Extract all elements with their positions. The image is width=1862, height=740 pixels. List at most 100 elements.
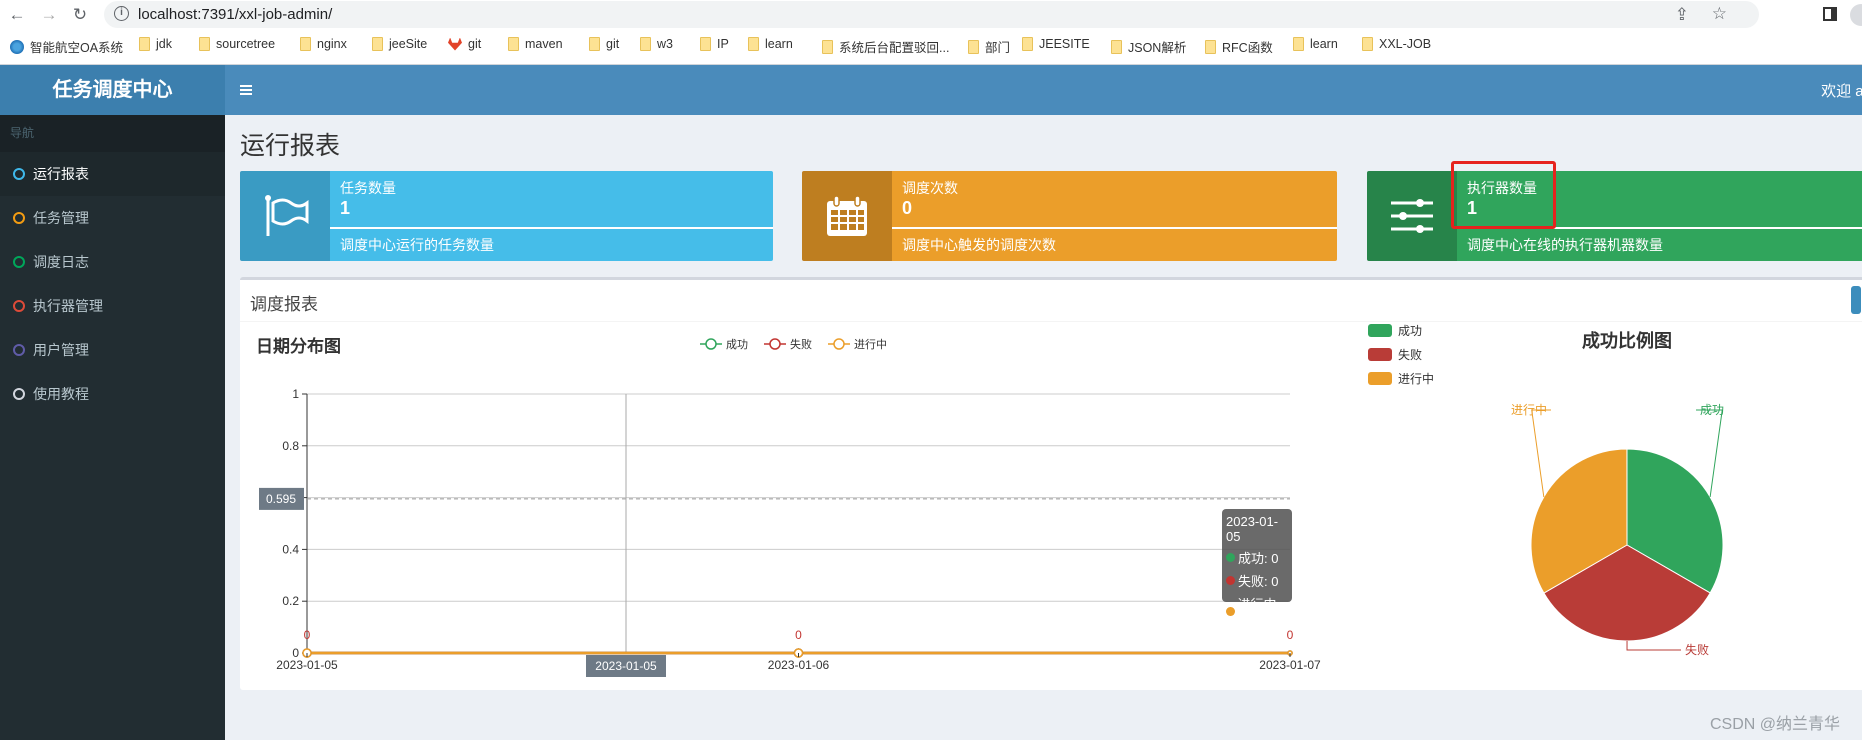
x-tick-label: 2023-01-06 xyxy=(768,658,830,672)
pie-label-line xyxy=(1696,409,1723,498)
bookmark-item[interactable]: jeeSite xyxy=(372,37,427,51)
card-schedule-count: 调度次数 0 调度中心触发的调度次数 xyxy=(802,171,1337,261)
pie-label: 失败 xyxy=(1685,642,1709,657)
bookmark-label: maven xyxy=(525,37,563,51)
bookmark-item[interactable]: IP xyxy=(700,37,729,51)
tooltip-value: 进行中: 0 xyxy=(1237,597,1281,628)
pie-label: 成功 xyxy=(1700,403,1724,417)
welcome-user[interactable]: 欢迎 ad xyxy=(1821,80,1862,101)
folder-icon xyxy=(1022,37,1033,51)
bookmark-item[interactable]: sourcetree xyxy=(199,37,275,51)
chart-tooltip: 2023-01-05 成功: 0 失败: 0 进行中: 0 xyxy=(1222,509,1292,628)
forward-icon[interactable]: → xyxy=(38,4,60,26)
bookmark-item[interactable]: 系统后台配置驳回... xyxy=(822,37,949,56)
bookmark-item[interactable]: JSON解析 xyxy=(1111,37,1186,56)
legend-label: 成功 xyxy=(1398,324,1422,338)
pie-slice xyxy=(1530,448,1628,594)
card-label: 调度次数 xyxy=(902,180,958,196)
sidebar-item-label: 运行报表 xyxy=(33,166,89,182)
bookmark-item[interactable]: learn xyxy=(1293,37,1338,51)
card-description: 调度中心在线的执行器机器数量 xyxy=(1467,237,1663,253)
bookmark-item[interactable]: 智能航空OA系统 xyxy=(10,37,123,56)
menu-toggle-icon[interactable] xyxy=(240,85,252,95)
bookmark-item[interactable]: jdk xyxy=(139,37,172,51)
folder-icon xyxy=(589,37,600,51)
bookmark-label: git xyxy=(606,37,620,51)
legend-label: 失败 xyxy=(790,337,812,351)
circle-icon xyxy=(13,300,25,312)
card-task-count: 任务数量 1 调度中心运行的任务数量 xyxy=(240,171,773,261)
legend-marker xyxy=(833,338,845,350)
legend-label: 进行中 xyxy=(854,338,887,351)
data-label: 0 xyxy=(1287,628,1294,642)
card-value: 0 xyxy=(902,198,913,218)
folder-icon xyxy=(1293,37,1304,51)
card-icon-box xyxy=(802,171,892,261)
pie-label-line xyxy=(1531,409,1551,498)
sidebar-item[interactable]: 使用教程 xyxy=(0,372,225,416)
circle-icon xyxy=(13,212,25,224)
reload-icon[interactable]: ↻ xyxy=(69,4,91,26)
card-progress-bar xyxy=(892,227,1337,229)
y-tick-label: 0.4 xyxy=(282,542,299,556)
legend-label: 进行中 xyxy=(1398,371,1434,386)
sidepanel-icon[interactable] xyxy=(1823,7,1837,21)
legend-item: 进行中 xyxy=(828,338,887,351)
bookmark-label: 系统后台配置驳回... xyxy=(839,41,950,55)
y-tick-label: 0.8 xyxy=(282,439,299,453)
legend-label: 失败 xyxy=(1398,347,1422,362)
sidebar-item-label: 使用教程 xyxy=(33,386,89,402)
bookmark-label: w3 xyxy=(657,37,673,51)
bookmark-item[interactable]: git xyxy=(589,37,619,51)
sidebar-item[interactable]: 用户管理 xyxy=(0,328,225,372)
data-label: 0 xyxy=(304,628,311,642)
y-tick-label: 1 xyxy=(292,387,299,401)
folder-icon xyxy=(139,37,150,51)
sidebar: 导航 运行报表 任务管理 调度日志 执行器管理 用户管理 使用教程 xyxy=(0,115,225,740)
bookmark-item[interactable]: maven xyxy=(508,37,563,51)
date-range-button[interactable] xyxy=(1851,286,1861,314)
y-tick-label: 0.2 xyxy=(282,594,299,608)
line-chart[interactable]: 日期分布图 成功 失败 进行中 0 0.2 0.4 0.8 1 0.595 2023-01-05 0 0… xyxy=(240,280,1360,693)
bookmark-item[interactable]: nginx xyxy=(300,37,347,51)
address-bar[interactable]: i localhost:7391/xxl-job-admin/ ⇪ ☆ xyxy=(104,1,1759,28)
pie-slice xyxy=(1626,448,1724,594)
sidebar-item[interactable]: 运行报表 xyxy=(0,152,225,196)
watermark: CSDN @纳兰青华 xyxy=(1710,716,1841,733)
x-tick-label: 2023-01-07 xyxy=(1259,658,1321,672)
bookmark-item[interactable]: w3 xyxy=(640,37,673,51)
card-progress-bar xyxy=(330,227,773,229)
bookmark-label: jeeSite xyxy=(389,37,428,51)
bookmark-label: JSON解析 xyxy=(1128,41,1187,55)
bookmark-item[interactable]: git xyxy=(448,37,481,51)
bookmark-label: RFC函数 xyxy=(1222,41,1273,55)
folder-icon xyxy=(748,37,759,51)
page-title: 运行报表 xyxy=(240,132,341,160)
sidebar-item[interactable]: 任务管理 xyxy=(0,196,225,240)
sidebar-item[interactable]: 调度日志 xyxy=(0,240,225,284)
bookmark-label: git xyxy=(468,37,482,51)
bookmark-star-icon[interactable]: ☆ xyxy=(1712,4,1727,24)
pie-label: 进行中 xyxy=(1511,402,1547,417)
sidebar-item-label: 执行器管理 xyxy=(33,298,103,314)
bookmark-item[interactable]: JEESITE xyxy=(1022,37,1090,51)
share-icon[interactable]: ⇪ xyxy=(1675,5,1689,25)
bookmark-label: jdk xyxy=(156,37,172,51)
bookmark-item[interactable]: XXL-JOB xyxy=(1362,37,1431,51)
app-logo[interactable]: 任务调度中心 xyxy=(0,65,225,115)
axis-pointer-y-label: 0.595 xyxy=(266,492,296,506)
legend-swatch xyxy=(1368,348,1392,361)
sidebar-item[interactable]: 执行器管理 xyxy=(0,284,225,328)
profile-avatar[interactable] xyxy=(1850,4,1862,26)
bookmark-item[interactable]: learn xyxy=(748,37,793,51)
data-label: 0 xyxy=(795,628,802,642)
highlight-annotation xyxy=(1451,161,1556,229)
bookmark-item[interactable]: RFC函数 xyxy=(1205,37,1273,56)
card-label: 任务数量 xyxy=(340,180,396,196)
folder-icon xyxy=(1111,39,1122,54)
sidebar-item-label: 调度日志 xyxy=(33,254,89,270)
back-icon[interactable]: ← xyxy=(6,4,28,26)
bookmark-item[interactable]: 部门 xyxy=(968,37,1010,56)
url-text[interactable]: localhost:7391/xxl-job-admin/ xyxy=(138,6,332,23)
site-info-icon[interactable]: i xyxy=(114,6,129,21)
